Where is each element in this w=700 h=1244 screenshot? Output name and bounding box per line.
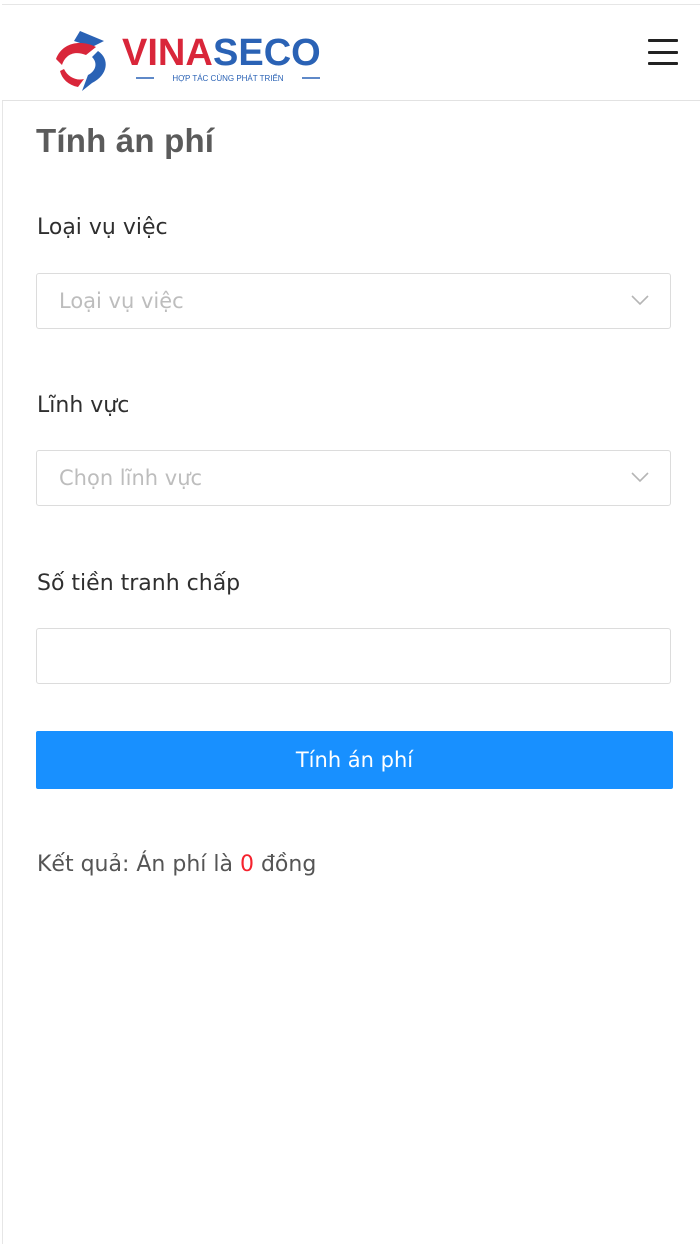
- result-suffix: đồng: [253, 852, 317, 877]
- case-type-label: Loại vụ việc: [37, 215, 168, 240]
- field-label: Lĩnh vực: [37, 393, 130, 418]
- result-amount: 0: [239, 852, 254, 877]
- case-type-placeholder: Loại vụ việc: [59, 289, 184, 313]
- menu-bar: [648, 62, 678, 65]
- case-type-select[interactable]: Loại vụ việc: [36, 273, 671, 329]
- chevron-down-icon: [631, 295, 649, 306]
- field-select[interactable]: Chọn lĩnh vực: [36, 450, 671, 506]
- result-text: Kết quả: Án phí là 0 đồng: [37, 852, 316, 877]
- logo-text-seco: SECO: [213, 32, 321, 74]
- vinaseco-logo[interactable]: VINA SECO HỢP TÁC CÙNG PHÁT TRIỂN: [52, 25, 352, 95]
- field-placeholder: Chọn lĩnh vực: [59, 466, 203, 490]
- amount-input[interactable]: [36, 628, 671, 684]
- header: VINA SECO HỢP TÁC CÙNG PHÁT TRIỂN: [2, 5, 700, 101]
- page-frame: [2, 4, 700, 1244]
- logo-tagline: HỢP TÁC CÙNG PHÁT TRIỂN: [172, 74, 283, 83]
- menu-bar: [648, 39, 678, 42]
- result-prefix: Kết quả: Án phí là: [37, 852, 240, 877]
- hamburger-icon[interactable]: [648, 39, 678, 65]
- chevron-down-icon: [631, 472, 649, 483]
- calculate-button[interactable]: Tính án phí: [36, 731, 673, 789]
- menu-bar: [648, 50, 678, 54]
- logo-text-vina: VINA: [122, 32, 213, 74]
- amount-label: Số tiền tranh chấp: [37, 571, 241, 596]
- page-title: Tính án phí: [36, 122, 215, 159]
